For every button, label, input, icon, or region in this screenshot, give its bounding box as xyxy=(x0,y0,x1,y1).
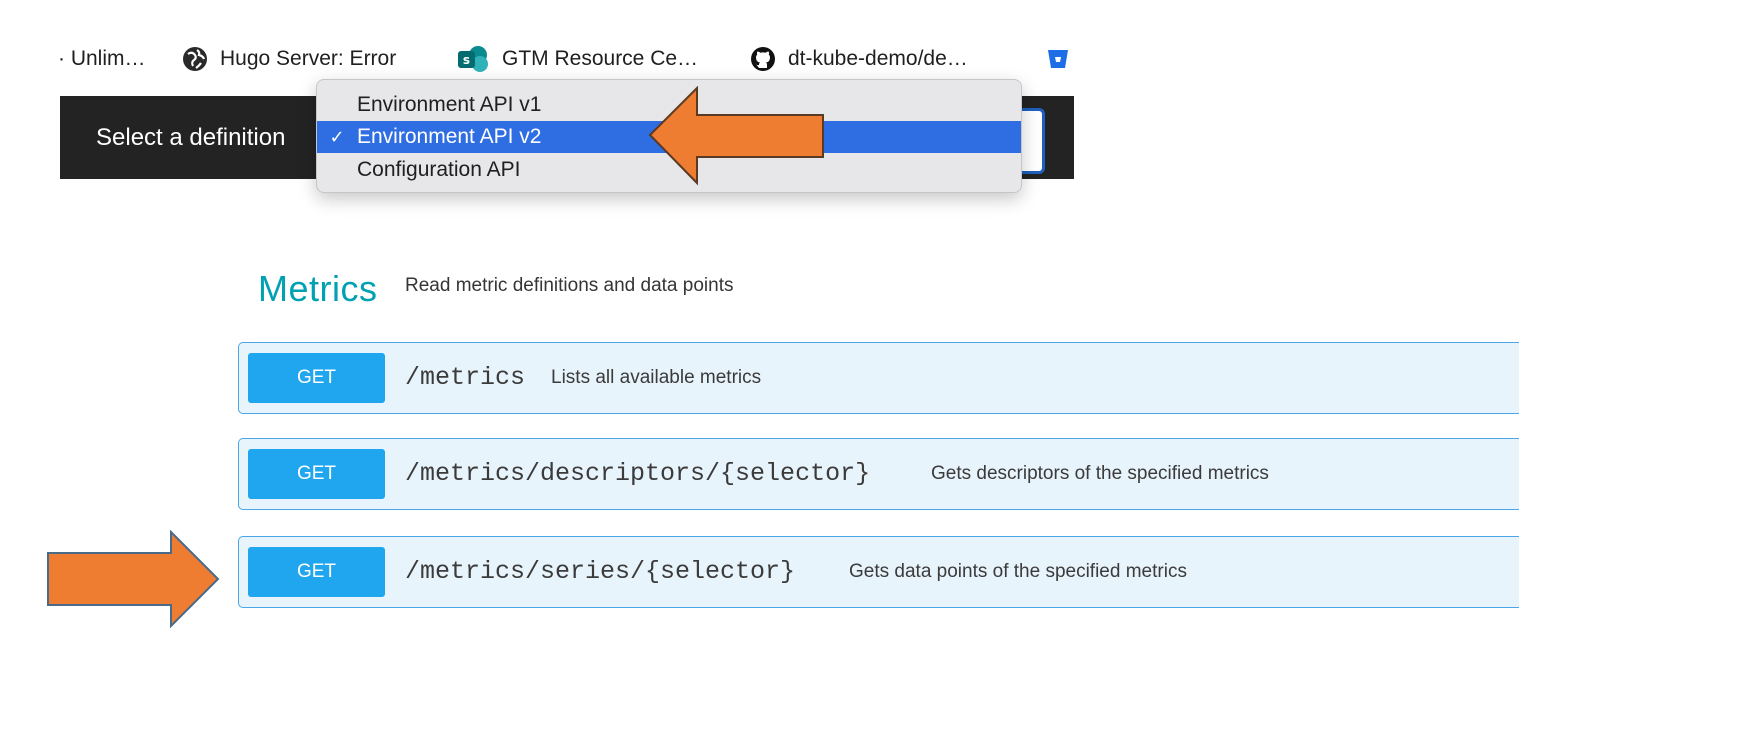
menu-item-label: Configuration API xyxy=(357,158,521,181)
metrics-section-title[interactable]: Metrics xyxy=(258,268,378,310)
svg-text:s: s xyxy=(463,53,470,67)
bookmark-label: GTM Resource Ce… xyxy=(502,47,699,70)
sharepoint-icon: s xyxy=(456,45,490,73)
bookmark-gtm-resource[interactable]: s GTM Resource Ce… xyxy=(456,42,698,76)
operation-get-metric-descriptors[interactable]: GET /metrics/descriptors/{selector} Gets… xyxy=(238,438,1519,510)
bookmark-dt-kube-demo[interactable]: dt-kube-demo/de… xyxy=(750,42,968,76)
bookmark-hugo-server[interactable]: Hugo Server: Error xyxy=(182,42,396,76)
checkmark-icon: ✓ xyxy=(329,126,345,147)
bookmark-label: dt-kube-demo/de… xyxy=(788,47,968,70)
operation-get-metrics[interactable]: GET /metrics Lists all available metrics xyxy=(238,342,1519,414)
operation-summary: Gets descriptors of the specified metric… xyxy=(931,463,1269,484)
github-icon xyxy=(750,46,776,72)
operation-summary: Lists all available metrics xyxy=(551,367,762,388)
bookmark-bitbucket[interactable] xyxy=(1046,42,1082,76)
operation-path: /metrics/series/{selector} xyxy=(405,557,796,586)
annotation-arrow-left-icon xyxy=(648,86,824,186)
bookmark-unlim[interactable]: · Unlim… xyxy=(58,42,146,76)
bookmark-label: · Unlim… xyxy=(58,47,146,70)
operation-path: /metrics/descriptors/{selector} xyxy=(405,459,871,488)
operation-path: /metrics xyxy=(405,363,526,392)
http-method-badge: GET xyxy=(248,353,385,403)
bitbucket-icon xyxy=(1046,47,1070,71)
operation-get-metric-series[interactable]: GET /metrics/series/{selector} Gets data… xyxy=(238,536,1519,608)
definition-select[interactable] xyxy=(1018,108,1045,174)
operation-summary: Gets data points of the specified metric… xyxy=(849,561,1187,582)
bookmarks-bar: · Unlim… Hugo Server: Error s GTM Resour… xyxy=(0,0,1764,80)
select-definition-label: Select a definition xyxy=(96,124,286,151)
http-method-badge: GET xyxy=(248,449,385,499)
http-method-badge: GET xyxy=(248,547,385,597)
menu-item-label: Environment API v2 xyxy=(357,125,542,148)
globe-icon xyxy=(182,46,208,72)
menu-item-label: Environment API v1 xyxy=(357,93,542,116)
metrics-section-description: Read metric definitions and data points xyxy=(405,275,734,296)
bookmark-label: Hugo Server: Error xyxy=(220,47,397,70)
annotation-arrow-right-icon xyxy=(47,530,220,629)
